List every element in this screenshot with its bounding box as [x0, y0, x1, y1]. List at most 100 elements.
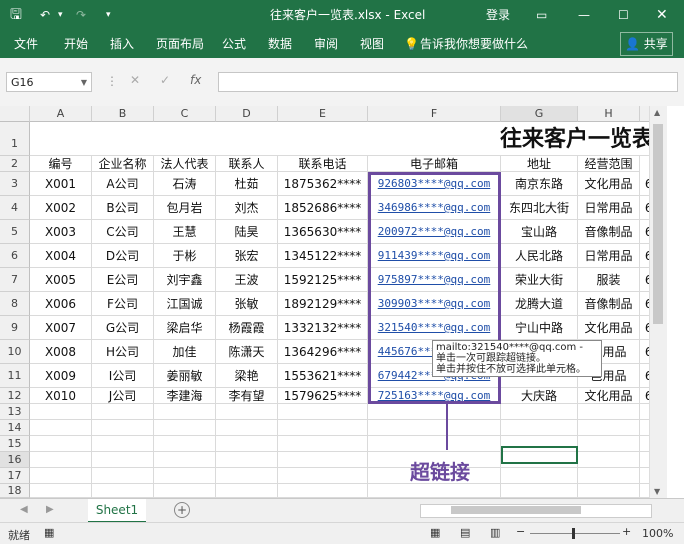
- table-cell[interactable]: 1553621****: [278, 364, 368, 388]
- table-cell[interactable]: X007: [30, 316, 92, 340]
- empty-cell[interactable]: [278, 468, 368, 484]
- empty-cell[interactable]: [154, 420, 216, 436]
- table-cell[interactable]: J公司: [92, 388, 154, 404]
- column-header-a[interactable]: A: [30, 106, 92, 122]
- table-cell[interactable]: C公司: [92, 220, 154, 244]
- table-cell[interactable]: 杜茹: [216, 172, 278, 196]
- empty-cell[interactable]: [216, 468, 278, 484]
- table-cell[interactable]: 文化用品: [578, 316, 640, 340]
- table-cell[interactable]: X002: [30, 196, 92, 220]
- table-cell[interactable]: 王波: [216, 268, 278, 292]
- page-layout-view-icon[interactable]: ▤: [460, 526, 470, 539]
- table-cell[interactable]: X004: [30, 244, 92, 268]
- table-cell[interactable]: 张宏: [216, 244, 278, 268]
- table-cell[interactable]: 王慧: [154, 220, 216, 244]
- zoom-in-icon[interactable]: +: [622, 525, 631, 538]
- table-cell[interactable]: 江国诚: [154, 292, 216, 316]
- table-cell[interactable]: E公司: [92, 268, 154, 292]
- row-header-5[interactable]: 5: [0, 220, 30, 244]
- empty-cell[interactable]: [578, 484, 640, 498]
- row-header-15[interactable]: 15: [0, 436, 30, 452]
- row-header-1[interactable]: 1: [0, 122, 30, 156]
- empty-cell[interactable]: [92, 468, 154, 484]
- table-cell[interactable]: 1875362****: [278, 172, 368, 196]
- email-link[interactable]: 321540****@qq.com: [368, 316, 501, 340]
- tab-file[interactable]: 文件: [14, 30, 38, 58]
- table-cell[interactable]: 宝山路: [501, 220, 578, 244]
- empty-cell[interactable]: [578, 404, 640, 420]
- empty-cell[interactable]: [216, 436, 278, 452]
- table-cell[interactable]: I公司: [92, 364, 154, 388]
- empty-cell[interactable]: [154, 404, 216, 420]
- email-link[interactable]: 911439****@qq.com: [368, 244, 501, 268]
- empty-cell[interactable]: [216, 404, 278, 420]
- select-all-corner[interactable]: [0, 106, 30, 122]
- row-header-17[interactable]: 17: [0, 468, 30, 484]
- empty-cell[interactable]: [278, 404, 368, 420]
- tab-data[interactable]: 数据: [268, 30, 292, 58]
- empty-cell[interactable]: [501, 420, 578, 436]
- empty-cell[interactable]: [92, 452, 154, 468]
- cancel-icon[interactable]: ✕: [130, 73, 140, 87]
- table-cell[interactable]: 于彬: [154, 244, 216, 268]
- empty-cell[interactable]: [578, 436, 640, 452]
- horizontal-scrollbar[interactable]: [420, 504, 652, 518]
- table-cell[interactable]: 大庆路: [501, 388, 578, 404]
- table-cell[interactable]: 音像制品: [578, 292, 640, 316]
- normal-view-icon[interactable]: ▦: [430, 526, 440, 539]
- scroll-up-icon[interactable]: ▲: [654, 108, 660, 117]
- tab-review[interactable]: 审阅: [314, 30, 338, 58]
- table-cell[interactable]: 姜丽敏: [154, 364, 216, 388]
- column-header-g[interactable]: G: [501, 106, 578, 122]
- table-cell[interactable]: A公司: [92, 172, 154, 196]
- table-cell[interactable]: 1332132****: [278, 316, 368, 340]
- row-header-7[interactable]: 7: [0, 268, 30, 292]
- row-header-14[interactable]: 14: [0, 420, 30, 436]
- table-cell[interactable]: G公司: [92, 316, 154, 340]
- zoom-level[interactable]: 100%: [642, 527, 673, 540]
- empty-cell[interactable]: [30, 468, 92, 484]
- column-header-c[interactable]: C: [154, 106, 216, 122]
- email-link[interactable]: 725163****@qq.com: [368, 388, 501, 404]
- row-header-4[interactable]: 4: [0, 196, 30, 220]
- header-cell[interactable]: 企业名称: [92, 156, 154, 172]
- empty-cell[interactable]: [30, 436, 92, 452]
- table-cell[interactable]: 陆昊: [216, 220, 278, 244]
- tab-page-layout[interactable]: 页面布局: [156, 30, 204, 58]
- undo-icon[interactable]: ↶: [40, 0, 50, 30]
- row-header-6[interactable]: 6: [0, 244, 30, 268]
- empty-cell[interactable]: [154, 452, 216, 468]
- table-cell[interactable]: 文化用品: [578, 172, 640, 196]
- zoom-slider-thumb[interactable]: [572, 528, 575, 539]
- empty-cell[interactable]: [278, 484, 368, 498]
- formula-input[interactable]: [218, 72, 678, 92]
- header-cell[interactable]: 地址: [501, 156, 578, 172]
- empty-cell[interactable]: [92, 420, 154, 436]
- empty-cell[interactable]: [501, 484, 578, 498]
- empty-cell[interactable]: [578, 468, 640, 484]
- empty-cell[interactable]: [216, 420, 278, 436]
- table-cell[interactable]: 1364296****: [278, 340, 368, 364]
- empty-cell[interactable]: [278, 436, 368, 452]
- table-cell[interactable]: 李有望: [216, 388, 278, 404]
- macro-record-icon[interactable]: ▦: [44, 526, 54, 539]
- zoom-slider[interactable]: [530, 533, 620, 534]
- customize-qat-icon[interactable]: ▾: [106, 0, 111, 30]
- column-header-h[interactable]: H: [578, 106, 640, 122]
- table-cell[interactable]: 李建海: [154, 388, 216, 404]
- email-link[interactable]: 200972****@qq.com: [368, 220, 501, 244]
- row-header-9[interactable]: 9: [0, 316, 30, 340]
- table-cell[interactable]: 刘杰: [216, 196, 278, 220]
- page-break-view-icon[interactable]: ▥: [490, 526, 500, 539]
- selected-cell-g16[interactable]: [501, 446, 578, 464]
- table-cell[interactable]: 日常用品: [578, 196, 640, 220]
- empty-cell[interactable]: [501, 404, 578, 420]
- name-box[interactable]: G16 ▼: [6, 72, 92, 92]
- row-header-3[interactable]: 3: [0, 172, 30, 196]
- table-cell[interactable]: 1892129****: [278, 292, 368, 316]
- row-header-13[interactable]: 13: [0, 404, 30, 420]
- table-cell[interactable]: 陈潇天: [216, 340, 278, 364]
- add-sheet-icon[interactable]: +: [174, 502, 190, 518]
- table-cell[interactable]: 刘宇鑫: [154, 268, 216, 292]
- table-cell[interactable]: 日常用品: [578, 244, 640, 268]
